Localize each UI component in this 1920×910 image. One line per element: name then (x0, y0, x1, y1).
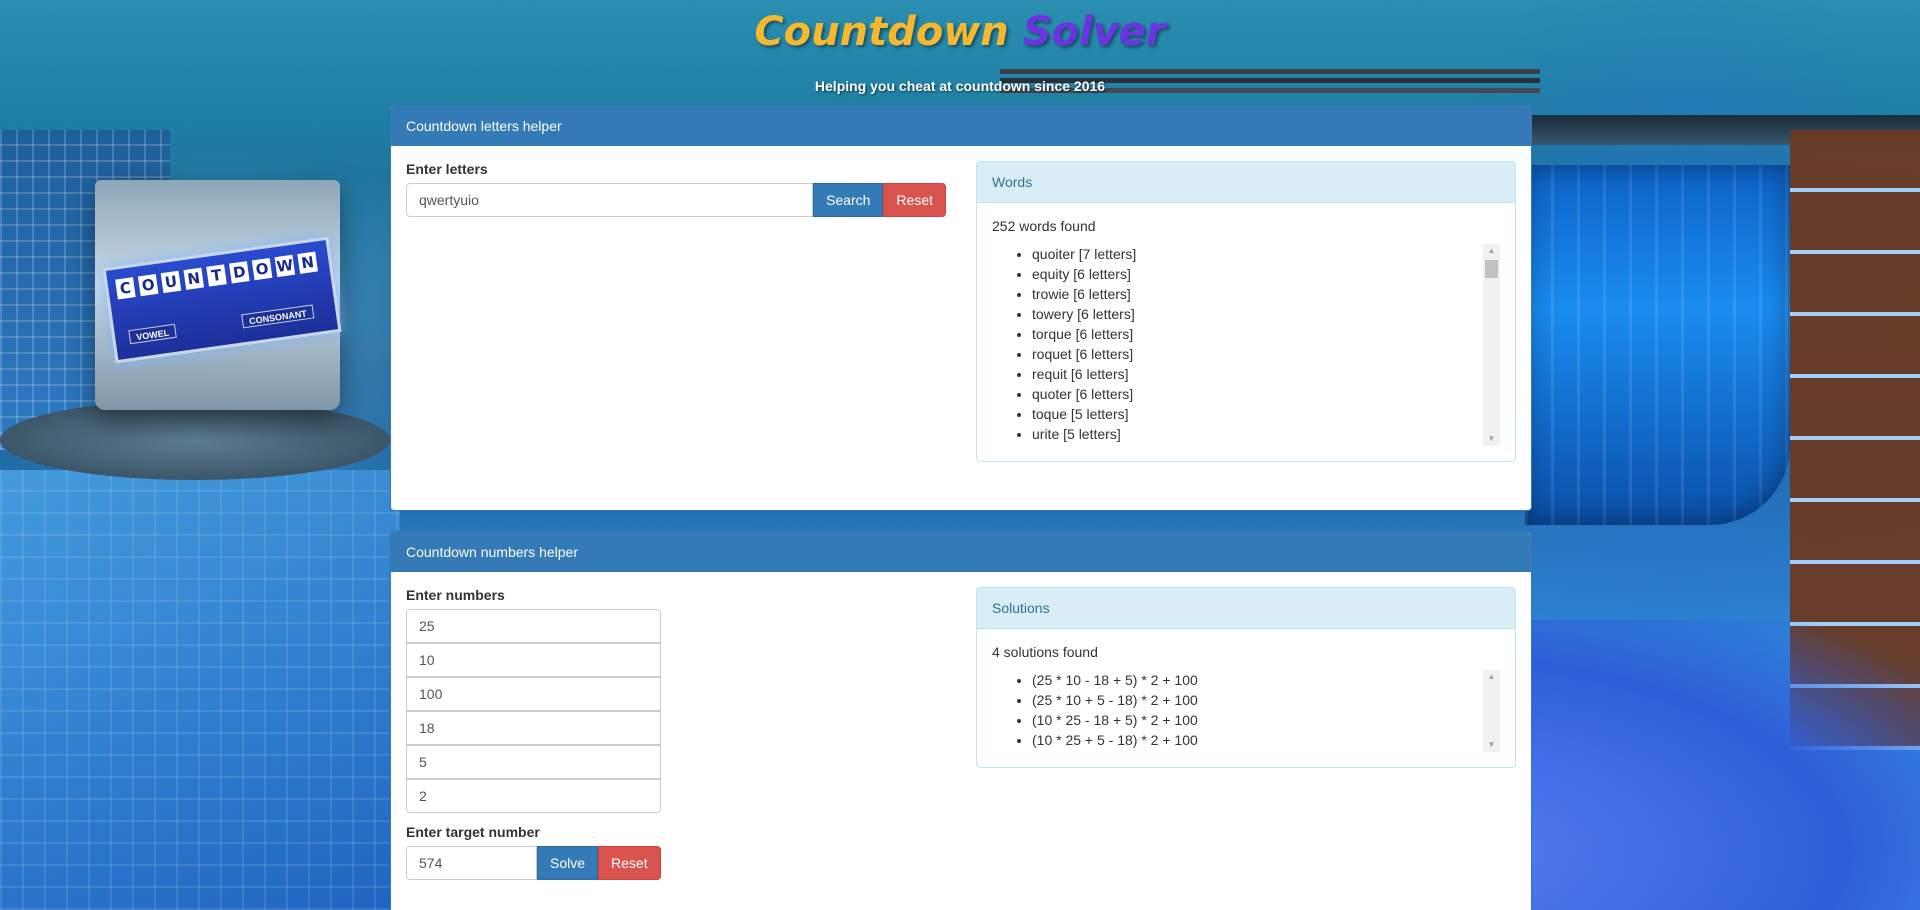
word-item: quoter [6 letters] (1032, 384, 1500, 404)
word-item: towery [6 letters] (1032, 304, 1500, 324)
words-results-heading: Words (977, 162, 1515, 203)
target-input-label: Enter target number (406, 824, 540, 840)
board-letter-tile: O (137, 273, 159, 297)
numbers-panel: Countdown numbers helper Enter numbers E… (390, 531, 1532, 910)
board-letter-tile: U (160, 270, 182, 294)
site-title-part1: Countdown (754, 9, 1009, 55)
solution-item: (10 * 25 - 18 + 5) * 2 + 100 (1032, 710, 1500, 730)
target-input-group: Solve Reset (406, 846, 661, 880)
numbers-panel-heading: Countdown numbers helper (391, 532, 1531, 572)
scroll-down-icon[interactable]: ▼ (1483, 432, 1500, 446)
scroll-up-icon[interactable]: ▲ (1483, 670, 1500, 684)
countdown-board-image: C O U N T D O W N VOWEL CONSONANT (102, 236, 342, 364)
solution-item: (25 * 10 - 18 + 5) * 2 + 100 (1032, 670, 1500, 690)
letters-panel: Countdown letters helper Enter letters S… (390, 105, 1532, 511)
letters-panel-heading: Countdown letters helper (391, 106, 1531, 146)
word-item: equity [6 letters] (1032, 264, 1500, 284)
letters-input-label: Enter letters (406, 161, 488, 177)
solutions-results-panel: Solutions 4 solutions found (25 * 10 - 1… (976, 587, 1516, 768)
letters-input[interactable] (406, 183, 814, 217)
solutions-scroll-area[interactable]: (25 * 10 - 18 + 5) * 2 + 100(25 * 10 + 5… (992, 670, 1500, 752)
board-letter-tile: D (229, 261, 250, 284)
words-list: quoiter [7 letters]equity [6 letters]tro… (992, 244, 1500, 444)
solutions-results-body: 4 solutions found (25 * 10 - 18 + 5) * 2… (977, 629, 1515, 767)
word-item: torque [6 letters] (1032, 324, 1500, 344)
numbers-input-label: Enter numbers (406, 587, 505, 603)
word-item: toque [5 letters] (1032, 404, 1500, 424)
numbers-inputs (406, 609, 946, 813)
studio-panels-right (1790, 130, 1920, 750)
word-item: roquet [6 letters] (1032, 344, 1500, 364)
board-letter-tile: O (251, 257, 273, 281)
board-letter-tile: T (206, 264, 227, 287)
number-input-4[interactable] (406, 711, 661, 745)
numbers-solve-button[interactable]: Solve (537, 846, 599, 880)
solution-item: (10 * 25 + 5 - 18) * 2 + 100 (1032, 730, 1500, 750)
scroll-down-icon[interactable]: ▼ (1483, 738, 1500, 752)
site-title-part2: Solver (1022, 9, 1166, 55)
board-letter-tile: C (115, 277, 136, 300)
studio-floor-left (0, 470, 400, 910)
solutions-results-box: Solutions 4 solutions found (25 * 10 - 1… (976, 587, 1516, 768)
words-scrollbar[interactable]: ▲ ▼ (1483, 244, 1500, 446)
board-consonant-label: CONSONANT (241, 304, 315, 329)
number-input-3[interactable] (406, 677, 661, 711)
words-results-panel: Words 252 words found quoiter [7 letters… (976, 161, 1516, 462)
solutions-list: (25 * 10 - 18 + 5) * 2 + 100(25 * 10 + 5… (992, 670, 1500, 750)
scroll-up-icon[interactable]: ▲ (1483, 244, 1500, 258)
letters-panel-body: Enter letters Search Reset Words 252 wor… (391, 146, 1531, 462)
studio-frame-right (1530, 115, 1920, 145)
letters-form: Enter letters Search Reset (406, 161, 946, 217)
word-item: trowie [6 letters] (1032, 284, 1500, 304)
number-input-2[interactable] (406, 643, 661, 677)
studio-desk-base (0, 400, 390, 480)
word-item: urite [5 letters] (1032, 424, 1500, 444)
number-input-1[interactable] (406, 609, 661, 643)
board-letter-tile: N (183, 267, 205, 290)
word-item: requit [6 letters] (1032, 364, 1500, 384)
site-title: Countdown Solver (0, 8, 1920, 56)
studio-desk (95, 180, 340, 410)
board-letter-tile: W (274, 254, 296, 278)
studio-wall-left (0, 130, 170, 450)
word-item: quoiter [7 letters] (1032, 244, 1500, 264)
numbers-panel-body: Enter numbers Enter target number Solve … (391, 572, 1531, 880)
solution-item: (25 * 10 + 5 - 18) * 2 + 100 (1032, 690, 1500, 710)
board-letter-tile: N (297, 251, 318, 274)
numbers-reset-button[interactable]: Reset (598, 846, 661, 880)
number-input-5[interactable] (406, 745, 661, 779)
studio-screen-right (1525, 165, 1790, 525)
board-vowel-label: VOWEL (128, 323, 177, 345)
words-results-box: Words 252 words found quoiter [7 letters… (976, 161, 1516, 462)
words-results-body: 252 words found quoiter [7 letters]equit… (977, 203, 1515, 461)
numbers-form: Enter numbers Enter target number Solve … (406, 587, 946, 880)
site-subtitle: Helping you cheat at countdown since 201… (814, 78, 1106, 94)
letters-reset-button[interactable]: Reset (883, 183, 946, 217)
solutions-count: 4 solutions found (992, 644, 1098, 660)
words-scroll-area[interactable]: quoiter [7 letters]equity [6 letters]tro… (992, 244, 1500, 446)
words-scroll-thumb[interactable] (1485, 260, 1498, 278)
words-count: 252 words found (992, 218, 1096, 234)
solutions-results-heading: Solutions (977, 588, 1515, 629)
letters-search-button[interactable]: Search (813, 183, 884, 217)
target-input[interactable] (406, 846, 537, 880)
number-input-6[interactable] (406, 779, 661, 813)
letters-input-group: Search Reset (406, 183, 946, 217)
solutions-scrollbar[interactable]: ▲ ▼ (1483, 670, 1500, 752)
